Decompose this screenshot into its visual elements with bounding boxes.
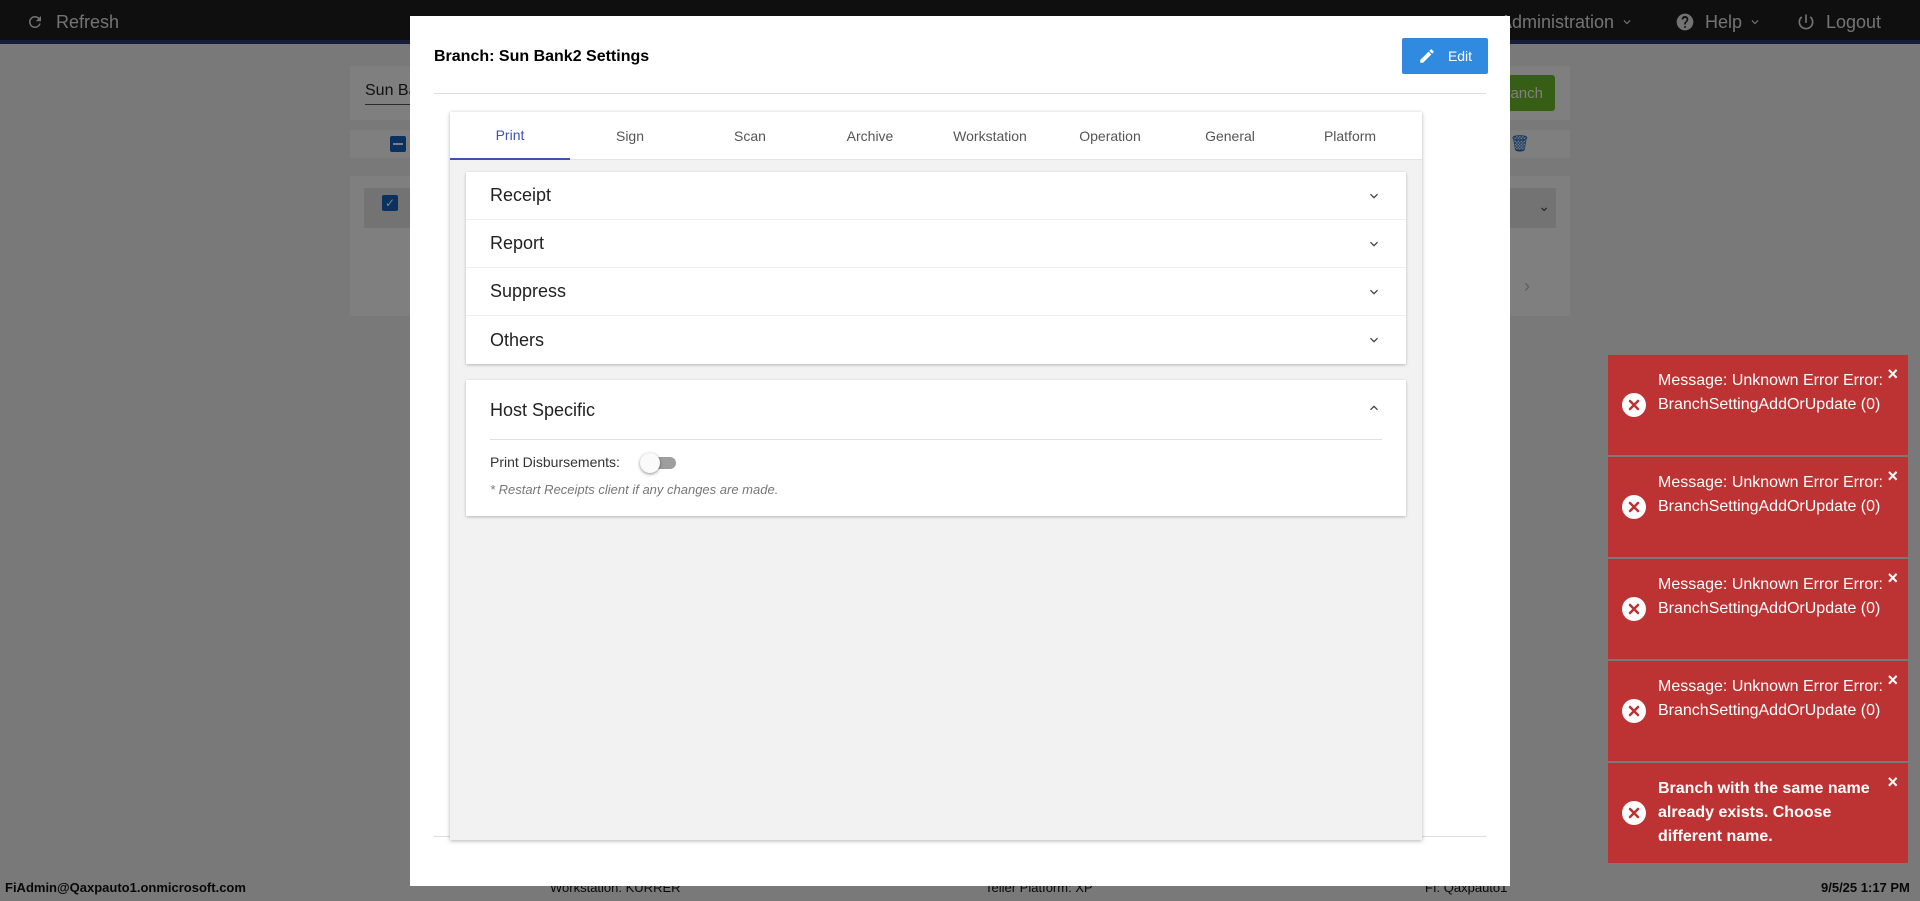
print-disbursements-label: Print Disbursements: bbox=[490, 454, 620, 470]
error-icon bbox=[1622, 393, 1646, 417]
chevron-down-icon bbox=[1370, 193, 1378, 199]
close-icon[interactable]: × bbox=[1887, 569, 1898, 587]
section-report[interactable]: Report bbox=[466, 220, 1406, 268]
restart-note: * Restart Receipts client if any changes… bbox=[490, 482, 779, 497]
close-icon[interactable]: × bbox=[1887, 773, 1898, 791]
tab-sign[interactable]: Sign bbox=[570, 112, 690, 160]
section-label: Receipt bbox=[490, 185, 552, 205]
chevron-down-icon bbox=[1370, 289, 1378, 295]
toast-message: Message: Unknown Error Error: BranchSett… bbox=[1658, 678, 1883, 719]
pencil-icon bbox=[1420, 49, 1434, 63]
chevron-up-icon bbox=[1370, 405, 1378, 411]
edit-label: Edit bbox=[1447, 48, 1473, 64]
section-others[interactable]: Others bbox=[466, 316, 1406, 364]
edit-button[interactable]: Edit bbox=[1402, 38, 1488, 74]
error-toast: Message: Unknown Error Error: BranchSett… bbox=[1608, 661, 1908, 761]
dialog-header: Branch: Sun Bank2 Settings Edit bbox=[434, 38, 1488, 94]
tab-archive[interactable]: Archive bbox=[810, 112, 930, 160]
error-icon bbox=[1622, 801, 1646, 825]
branch-settings-dialog: Branch: Sun Bank2 Settings Edit Print Si… bbox=[410, 16, 1510, 886]
toast-message: Message: Unknown Error Error: BranchSett… bbox=[1658, 576, 1883, 617]
toast-message: Message: Unknown Error Error: BranchSett… bbox=[1658, 474, 1883, 515]
error-icon bbox=[1622, 699, 1646, 723]
error-toast: Message: Unknown Error Error: BranchSett… bbox=[1608, 355, 1908, 455]
print-sections-accordion: Receipt Report Suppress Others bbox=[466, 172, 1406, 364]
error-toast: Message: Unknown Error Error: BranchSett… bbox=[1608, 559, 1908, 659]
chevron-down-icon bbox=[1370, 241, 1378, 247]
tab-operation[interactable]: Operation bbox=[1050, 112, 1170, 160]
toast-message: Message: Unknown Error Error: BranchSett… bbox=[1658, 372, 1883, 413]
section-label: Report bbox=[490, 233, 545, 253]
chevron-down-icon bbox=[1370, 337, 1378, 343]
print-disbursements-row: Print Disbursements: bbox=[490, 452, 676, 473]
toast-message: Branch with the same name already exists… bbox=[1658, 780, 1870, 845]
error-icon bbox=[1622, 495, 1646, 519]
section-receipt[interactable]: Receipt bbox=[466, 172, 1406, 220]
dialog-title: Branch: Sun Bank2 Settings bbox=[434, 48, 650, 65]
toggle-knob bbox=[639, 453, 660, 473]
tab-general[interactable]: General bbox=[1170, 112, 1290, 160]
error-icon bbox=[1622, 597, 1646, 621]
settings-panel: Print Sign Scan Archive Workstation Oper… bbox=[450, 112, 1422, 840]
settings-tabs: Print Sign Scan Archive Workstation Oper… bbox=[450, 112, 1422, 160]
error-toast: Message: Unknown Error Error: BranchSett… bbox=[1608, 457, 1908, 557]
host-specific-header[interactable]: Host Specific bbox=[490, 380, 1382, 440]
dialog-body: Print Sign Scan Archive Workstation Oper… bbox=[434, 94, 1486, 840]
tab-print[interactable]: Print bbox=[450, 112, 570, 160]
section-suppress[interactable]: Suppress bbox=[466, 268, 1406, 316]
section-label: Others bbox=[490, 329, 545, 350]
section-host-specific: Host Specific Print Disbursements: * Res… bbox=[466, 380, 1406, 516]
tab-scan[interactable]: Scan bbox=[690, 112, 810, 160]
section-label: Host Specific bbox=[490, 400, 596, 420]
close-icon[interactable]: × bbox=[1887, 467, 1898, 485]
print-disbursements-toggle[interactable] bbox=[639, 452, 676, 473]
section-label: Suppress bbox=[490, 281, 567, 301]
close-icon[interactable]: × bbox=[1887, 365, 1898, 383]
close-icon[interactable]: × bbox=[1887, 671, 1898, 689]
tab-platform[interactable]: Platform bbox=[1290, 112, 1410, 160]
error-toast: Branch with the same name already exists… bbox=[1608, 763, 1908, 863]
tab-workstation[interactable]: Workstation bbox=[930, 112, 1050, 160]
